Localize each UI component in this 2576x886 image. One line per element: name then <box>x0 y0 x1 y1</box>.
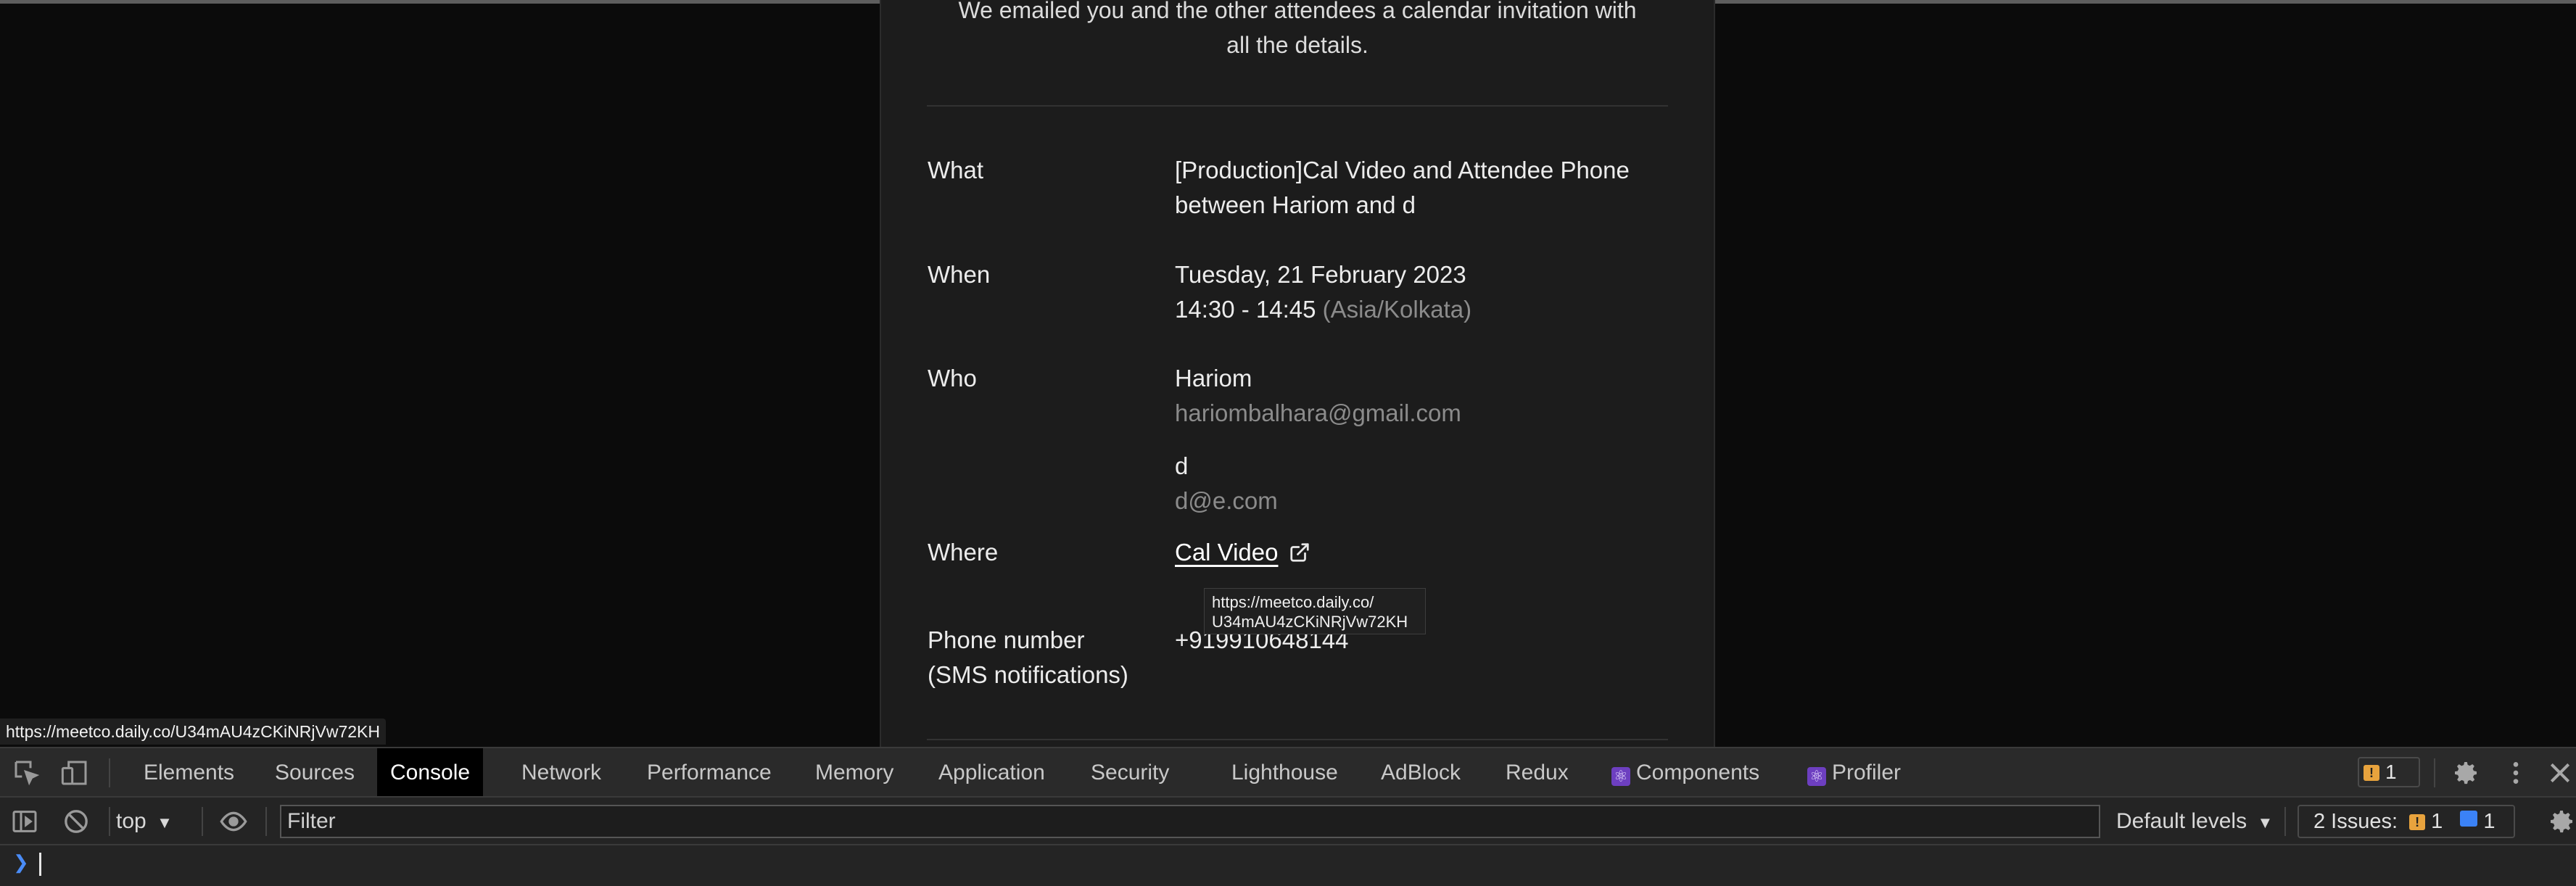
what-label: What <box>928 157 984 183</box>
what-value-line-1: [Production]Cal Video and Attendee Phone <box>1175 157 1630 183</box>
cal-video-link[interactable]: Cal Video <box>1175 539 1279 566</box>
issues-label: 2 Issues: <box>2313 810 2398 833</box>
tab-profiler[interactable]: ⚛ Profiler <box>1794 748 1914 796</box>
when-value: Tuesday, 21 February 2023 14:30 - 14:45 … <box>1175 257 1471 327</box>
tooltip-line-1: https://meetco.daily.co/ <box>1212 593 1374 611</box>
where-label: Where <box>928 539 999 566</box>
divider <box>927 105 1668 107</box>
tab-components[interactable]: ⚛ Components <box>1598 748 1772 796</box>
browser-viewport: We emailed you and the other attendees a… <box>0 0 2576 747</box>
intro-line-1: We emailed you and the other attendees a… <box>958 0 1637 23</box>
react-icon: ⚛ <box>1611 767 1630 786</box>
separator <box>2284 807 2286 836</box>
log-levels-dropdown[interactable]: Default levels ▼ <box>2116 798 2273 845</box>
tooltip-line-2: U34mAU4zCKiNRjVw72KH <box>1212 613 1408 631</box>
when-time: 14:30 - 14:45 <box>1175 296 1316 323</box>
log-levels-label: Default levels <box>2116 809 2247 833</box>
devtools-tab-bar: Elements Sources Console Network Perform… <box>0 748 2576 798</box>
context-value: top <box>116 809 146 833</box>
tab-memory[interactable]: Memory <box>802 748 907 796</box>
tab-redux[interactable]: Redux <box>1493 748 1582 796</box>
device-toolbar-icon[interactable] <box>60 758 89 787</box>
clear-console-icon[interactable] <box>62 807 91 836</box>
tab-profiler-label: Profiler <box>1832 761 1902 784</box>
warning-count-badge[interactable]: ! 1 <box>2358 757 2420 787</box>
tab-elements[interactable]: Elements <box>131 748 247 796</box>
tab-lighthouse[interactable]: Lighthouse <box>1218 748 1351 796</box>
sidebar-toggle-icon[interactable] <box>10 807 39 836</box>
console-toolbar: top ▼ Filter Default levels ▼ 2 Issues: … <box>0 798 2576 845</box>
info-message-icon <box>2460 811 2478 827</box>
more-options-icon[interactable] <box>2501 758 2530 787</box>
devtools-panel: Elements Sources Console Network Perform… <box>0 747 2576 886</box>
status-bar-url: https://meetco.daily.co/U34mAU4zCKiNRjVw… <box>0 719 386 745</box>
eye-icon[interactable] <box>219 807 248 836</box>
console-settings-gear-icon[interactable] <box>2547 807 2576 836</box>
tab-application[interactable]: Application <box>925 748 1058 796</box>
separator <box>109 758 110 787</box>
when-date: Tuesday, 21 February 2023 <box>1175 261 1466 288</box>
warning-icon: ! <box>2364 765 2379 781</box>
where-value: Cal Video <box>1175 535 1310 570</box>
intro-text: We emailed you and the other attendees a… <box>881 0 1714 62</box>
what-value: [Production]Cal Video and Attendee Phone… <box>1175 153 1630 223</box>
separator <box>2434 758 2435 787</box>
issues-info-count: 1 <box>2483 810 2496 833</box>
warning-count: 1 <box>2385 761 2397 783</box>
divider <box>927 739 1668 740</box>
chevron-down-icon: ▼ <box>157 813 173 832</box>
close-icon[interactable] <box>2546 758 2575 787</box>
console-input-line[interactable]: ❯ <box>0 845 2576 886</box>
link-tooltip: https://meetco.daily.co/ U34mAU4zCKiNRjV… <box>1204 588 1426 634</box>
when-label: When <box>928 261 991 288</box>
tab-sources[interactable]: Sources <box>262 748 368 796</box>
phone-label-line-2: (SMS notifications) <box>928 661 1128 688</box>
attendee-1: Hariom hariombalhara@gmail.com <box>1175 361 1461 431</box>
intro-line-2: all the details. <box>1226 32 1368 58</box>
separator <box>265 807 267 836</box>
separator <box>109 807 110 836</box>
attendee-email: d@e.com <box>1175 487 1278 514</box>
context-select[interactable]: top ▼ <box>116 798 173 845</box>
phone-label: Phone number (SMS notifications) <box>928 623 1128 692</box>
attendee-name: d <box>1175 452 1189 479</box>
react-icon: ⚛ <box>1807 767 1826 786</box>
external-link-icon[interactable] <box>1289 542 1310 563</box>
tab-network[interactable]: Network <box>508 748 614 796</box>
who-label: Who <box>928 365 977 392</box>
filter-input[interactable]: Filter <box>280 805 2100 838</box>
issues-button[interactable]: 2 Issues: ! 1 1 <box>2298 805 2515 838</box>
tab-security[interactable]: Security <box>1078 748 1182 796</box>
prompt-chevron-icon: ❯ <box>13 851 29 873</box>
chevron-down-icon: ▼ <box>2257 813 2274 832</box>
tab-adblock[interactable]: AdBlock <box>1368 748 1474 796</box>
inspect-element-icon[interactable] <box>12 758 41 787</box>
booking-confirmation-card: We emailed you and the other attendees a… <box>880 0 1715 747</box>
phone-label-line-1: Phone number <box>928 626 1085 653</box>
what-value-line-2: between Hariom and d <box>1175 191 1416 218</box>
text-caret <box>39 853 41 876</box>
warning-icon: ! <box>2409 814 2426 830</box>
tab-performance[interactable]: Performance <box>634 748 785 796</box>
settings-gear-icon[interactable] <box>2451 758 2480 787</box>
attendee-2: d d@e.com <box>1175 449 1278 518</box>
tab-components-label: Components <box>1636 761 1760 784</box>
tab-console[interactable]: Console <box>377 748 484 796</box>
attendee-email: hariombalhara@gmail.com <box>1175 399 1461 426</box>
attendee-name: Hariom <box>1175 365 1252 392</box>
when-timezone: (Asia/Kolkata) <box>1322 296 1472 323</box>
separator <box>202 807 203 836</box>
when-time-row: 14:30 - 14:45 (Asia/Kolkata) <box>1175 292 1471 327</box>
issues-warning-count: 1 <box>2431 810 2443 833</box>
